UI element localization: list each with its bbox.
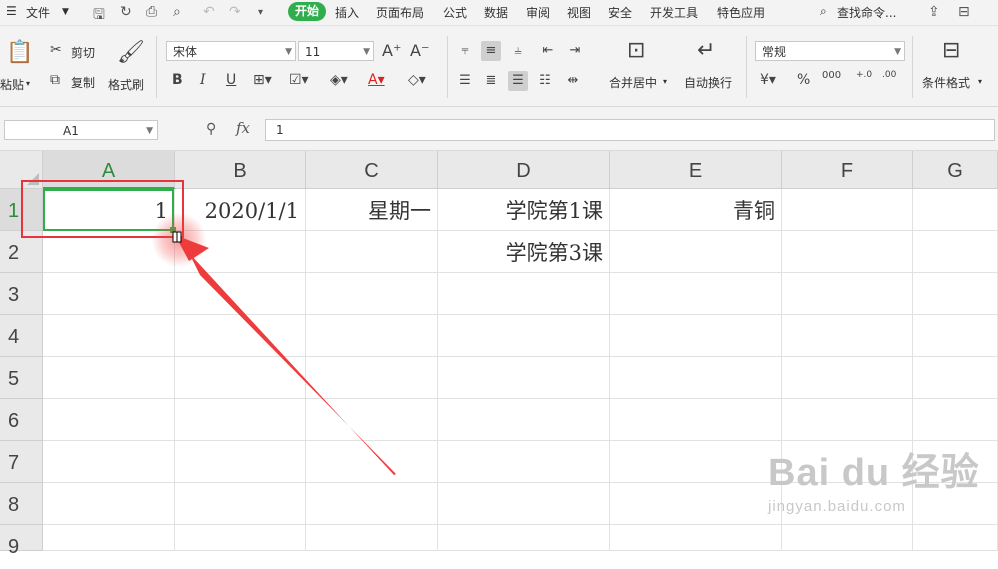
formula-bar: A1 ▼ ⚲ fx 1 (0, 107, 998, 151)
tab-home[interactable]: 开始 (288, 2, 327, 21)
baidu-watermark: Bai du 经验 jingyan.baidu.com (768, 441, 980, 515)
customize-chevron-icon[interactable]: ▾ (258, 7, 263, 18)
justify-icon[interactable]: ☷ (535, 71, 555, 91)
zoom-icon[interactable]: ⚲ (206, 121, 216, 137)
print-preview-icon[interactable]: ⌕ (173, 4, 181, 20)
divider (912, 36, 913, 98)
search-command[interactable]: 查找命令... (837, 4, 896, 21)
name-box-value: A1 (63, 124, 79, 138)
number-format-select[interactable]: 常规 ▼ (755, 41, 905, 61)
tab-data[interactable]: 数据 (484, 4, 508, 21)
format-painter-icon[interactable]: 🖌 (117, 40, 145, 65)
conditional-format-button[interactable]: 条件格式 (922, 74, 970, 91)
wrap-text-icon[interactable]: ↵ (697, 38, 715, 63)
align-right-icon[interactable]: ☰ (508, 71, 528, 91)
cut-icon[interactable]: ✂ (50, 42, 62, 58)
merge-center-button[interactable]: 合并居中 (609, 74, 657, 91)
percent-icon[interactable]: % (797, 72, 810, 88)
ribbon-toolbar: 📋 粘贴 ▾ ✂ 剪切 ⧉ 复制 🖌 格式刷 宋体 ▼ 11 ▼ A⁺ A⁻ B… (0, 26, 998, 107)
underline-icon[interactable]: U (226, 72, 236, 88)
decrease-indent-icon[interactable]: ⇤ (538, 41, 558, 61)
copy-button[interactable]: 复制 (71, 74, 95, 91)
search-icon[interactable]: ⌕ (820, 4, 827, 19)
decrease-font-icon[interactable]: A⁻ (410, 41, 429, 60)
italic-icon[interactable]: I (200, 72, 206, 88)
watermark-logo: Bai du 经验 (768, 452, 980, 494)
font-color-icon[interactable]: A▾ (368, 72, 385, 88)
increase-font-icon[interactable]: A⁺ (382, 41, 401, 60)
chevron-down-icon: ▼ (363, 47, 370, 57)
divider (746, 36, 747, 98)
borders-icon[interactable]: ⊞▾ (253, 72, 272, 88)
align-center-icon[interactable]: ≣ (481, 71, 501, 91)
chevron-down-icon: ▼ (146, 126, 153, 136)
undo-icon[interactable]: ↶ (203, 4, 215, 20)
font-size-value: 11 (305, 45, 321, 59)
arrow-shaft (189, 253, 396, 475)
cell-style-icon[interactable]: ☑▾ (289, 72, 309, 88)
chevron-down-icon[interactable]: ▼ (62, 7, 69, 17)
menu-bar: ☰ 文件 ▼ 🖫 ↻ ⎙ ⌕ ↶ ↷ ▾ 开始 插入 页面布局 公式 数据 审阅… (0, 0, 998, 26)
thousands-separator-icon[interactable]: 000 (822, 70, 841, 81)
watermark-url: jingyan.baidu.com (768, 498, 906, 515)
tab-special[interactable]: 特色应用 (717, 4, 765, 21)
formula-input[interactable]: 1 (265, 119, 995, 141)
chevron-down-icon: ▼ (285, 47, 292, 57)
font-name-value: 宋体 (173, 45, 198, 59)
paste-button[interactable]: 粘贴 (0, 76, 24, 93)
increase-indent-icon[interactable]: ⇥ (565, 41, 585, 61)
wrap-text-button[interactable]: 自动换行 (684, 74, 732, 91)
chevron-down-icon: ▼ (894, 47, 901, 57)
copy-icon[interactable]: ⧉ (50, 72, 60, 88)
redo-icon[interactable]: ↷ (229, 4, 241, 20)
tab-view[interactable]: 视图 (567, 4, 591, 21)
paste-chevron-icon[interactable]: ▾ (26, 79, 30, 88)
tab-page-layout[interactable]: 页面布局 (376, 4, 424, 21)
merge-center-icon[interactable]: ⊡ (627, 38, 645, 63)
align-bottom-icon[interactable]: ⫨ (508, 41, 528, 61)
merge-chevron-icon[interactable]: ▾ (663, 77, 667, 86)
undo-history-icon[interactable]: ↻ (120, 4, 132, 20)
align-top-icon[interactable]: ⫧ (455, 41, 475, 61)
number-format-value: 常规 (762, 45, 787, 59)
divider (156, 36, 157, 98)
cut-button[interactable]: 剪切 (71, 44, 95, 61)
more-options-icon[interactable]: ⊟ (958, 4, 970, 20)
tab-review[interactable]: 审阅 (526, 4, 550, 21)
fill-color-icon[interactable]: ◈▾ (330, 72, 348, 88)
name-box[interactable]: A1 ▼ (4, 120, 158, 140)
tab-insert[interactable]: 插入 (335, 4, 359, 21)
font-size-select[interactable]: 11 ▼ (298, 41, 374, 61)
spreadsheet-grid: A B C D E F G 1 2 3 4 5 6 7 8 9 1 2020/1… (0, 151, 998, 558)
tab-security[interactable]: 安全 (608, 4, 632, 21)
fx-icon[interactable]: fx (236, 119, 250, 137)
mouse-cursor-icon (172, 231, 182, 243)
distributed-icon[interactable]: ⇹ (563, 71, 583, 91)
conditional-chevron-icon[interactable]: ▾ (978, 77, 982, 86)
clear-format-icon[interactable]: ◇▾ (408, 72, 426, 88)
tab-developer[interactable]: 开发工具 (650, 4, 698, 21)
format-painter-button[interactable]: 格式刷 (108, 76, 144, 93)
paste-icon[interactable]: 📋 (6, 40, 33, 65)
bold-icon[interactable]: B (172, 72, 183, 88)
decrease-decimal-icon[interactable]: .00 (882, 70, 896, 80)
align-left-icon[interactable]: ☰ (455, 71, 475, 91)
conditional-format-icon[interactable]: ⊟ (942, 38, 960, 63)
font-name-select[interactable]: 宋体 ▼ (166, 41, 296, 61)
currency-icon[interactable]: ¥▾ (760, 72, 776, 88)
increase-decimal-icon[interactable]: +.0 (856, 70, 872, 80)
print-icon[interactable]: ⎙ (146, 4, 157, 20)
tab-formulas[interactable]: 公式 (443, 4, 467, 21)
align-middle-icon[interactable]: ≡ (481, 41, 501, 61)
save-icon[interactable]: 🖫 (93, 4, 105, 28)
divider (447, 36, 448, 98)
menu-file[interactable]: 文件 (26, 4, 50, 21)
hamburger-icon[interactable]: ☰ (6, 4, 17, 18)
share-icon[interactable]: ⇪ (928, 4, 940, 20)
